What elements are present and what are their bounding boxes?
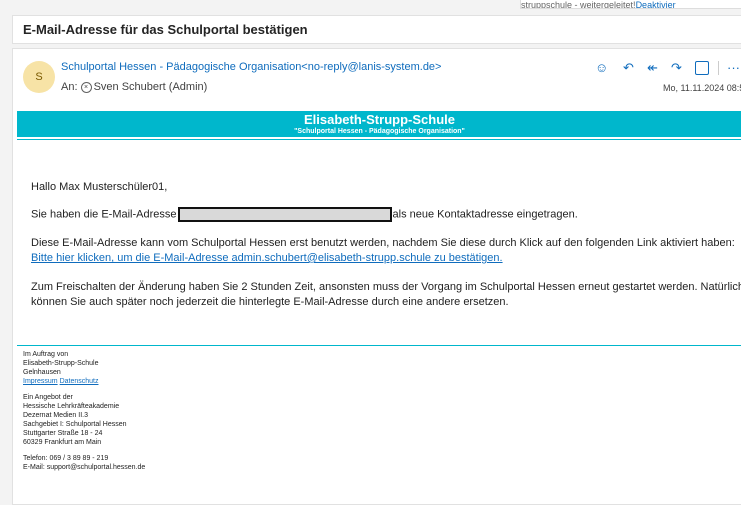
redacted-email xyxy=(177,207,392,222)
forward-icon[interactable]: ↷ xyxy=(671,59,682,77)
banner-subtitle: "Schulportal Hessen - Pädagogische Organ… xyxy=(294,128,465,135)
deadline-line-2: können Sie auch später noch jederzeit di… xyxy=(31,296,509,308)
footer-city: Gelnhausen xyxy=(23,369,61,376)
email-date: Mo, 11.11.2024 08:57 xyxy=(663,83,741,93)
sender-name[interactable]: Schulportal Hessen - Pädagogische Organi… xyxy=(61,61,441,73)
footer-phone: Telefon: 069 / 3 89 89 - 219 xyxy=(23,455,109,462)
cancel-icon: × xyxy=(80,81,92,93)
footer-offer: Ein Angebot der xyxy=(23,394,73,401)
email-subject: E-Mail-Adresse für das Schulportal bestä… xyxy=(23,22,308,37)
banner-school-name: Elisabeth-Strupp-Schule xyxy=(304,112,455,127)
footer-street: Stuttgarter Straße 18 - 24 xyxy=(23,430,103,437)
to-label: An: xyxy=(61,81,78,93)
recipient-line: An: × Sven Schubert (Admin) xyxy=(61,81,207,93)
reply-icon[interactable]: ↶ xyxy=(623,59,634,77)
recipient-name[interactable]: Sven Schubert (Admin) xyxy=(94,81,208,93)
footer-postcode: 60329 Frankfurt am Main xyxy=(23,439,102,446)
subject-bar: E-Mail-Adresse für das Schulportal bestä… xyxy=(12,15,741,44)
footer-academy: Hessische Lehrkräfteakademie xyxy=(23,403,120,410)
impressum-link[interactable]: Impressum xyxy=(23,378,58,385)
apps-icon[interactable] xyxy=(695,61,709,75)
deactivate-link[interactable]: Deaktivier xyxy=(636,0,676,8)
school-banner: Elisabeth-Strupp-Schule "Schulportal Hes… xyxy=(17,111,741,137)
address-text-after: als neue Kontaktadresse eingetragen. xyxy=(392,208,578,221)
footer-school: Elisabeth-Strupp-Schule xyxy=(23,360,99,367)
footer-email: E-Mail: support@schulportal.hessen.de xyxy=(23,464,146,471)
toolbar-divider xyxy=(718,61,719,75)
activation-paragraph: Diese E-Mail-Adresse kann vom Schulporta… xyxy=(31,237,735,249)
more-icon[interactable]: ··· xyxy=(727,59,740,77)
footer-divider xyxy=(17,345,741,346)
activation-link[interactable]: Bitte hier klicken, um die E-Mail-Adress… xyxy=(31,252,503,264)
address-text-before: Sie haben die E-Mail-Adresse xyxy=(31,208,177,221)
banner-divider xyxy=(17,139,741,140)
email-message: S Schulportal Hessen - Pädagogische Orga… xyxy=(12,48,741,505)
reply-all-icon[interactable]: ↞ xyxy=(647,59,658,77)
footer-section: Sachgebiet I: Schulportal Hessen xyxy=(23,421,127,428)
footer-department: Dezernat Medien II.3 xyxy=(23,412,88,419)
deadline-line-1: Zum Freischalten der Änderung haben Sie … xyxy=(31,281,741,293)
activation-link-line: Bitte hier klicken, um die E-Mail-Adress… xyxy=(31,251,503,266)
emoji-icon[interactable]: ☺ xyxy=(595,59,608,77)
notification-text: struppschule - weitergeleitet! xyxy=(521,0,636,9)
notification-strip: struppschule - weitergeleitet!Deaktivier xyxy=(520,0,741,9)
datenschutz-link[interactable]: Datenschutz xyxy=(60,378,99,385)
sender-avatar[interactable]: S xyxy=(23,61,55,93)
address-paragraph: Sie haben die E-Mail-Adresse als neue Kon… xyxy=(31,207,578,222)
footer-links: Impressum Datenschutz xyxy=(23,377,99,386)
footer-on-behalf: Im Auftrag von xyxy=(23,351,69,358)
greeting: Hallo Max Musterschüler01, xyxy=(31,181,168,193)
